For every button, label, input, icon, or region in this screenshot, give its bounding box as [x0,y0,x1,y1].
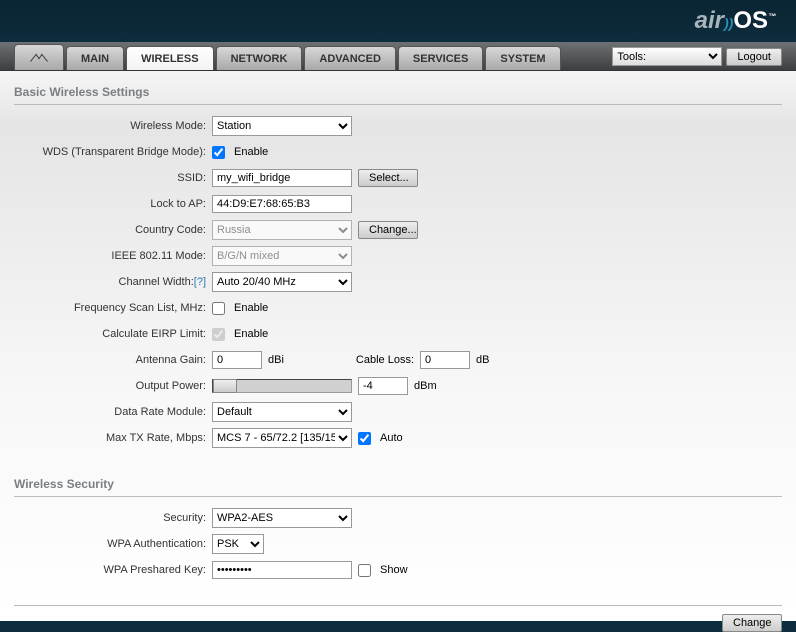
data-rate-label: Data Rate Module: [14,406,212,418]
brand-os: OS [733,7,768,34]
wpa-auth-label: WPA Authentication: [14,538,212,550]
ssid-select-button[interactable]: Select... [358,169,418,187]
show-key-checkbox[interactable] [358,564,371,577]
page-content: Basic Wireless Settings Wireless Mode: S… [0,70,796,621]
wpa-auth-select[interactable]: PSK [212,534,264,554]
tab-network[interactable]: NETWORK [216,46,303,70]
calc-eirp-label: Calculate EIRP Limit: [14,328,212,340]
app-header: air))OS™ [0,0,796,42]
slider-thumb[interactable] [213,379,237,393]
output-power-slider[interactable] [212,379,352,393]
tools-select[interactable]: Tools: [612,47,722,66]
tab-main[interactable]: MAIN [66,46,124,70]
wds-label: WDS (Transparent Bridge Mode): [14,146,212,158]
freq-scan-enable-text: Enable [234,302,268,314]
brand-logo: air))OS™ [695,7,776,35]
basic-form: Wireless Mode: Station WDS (Transparent … [14,115,782,453]
brand-tm: ™ [768,12,776,21]
cable-loss-label: Cable Loss: [356,354,414,366]
show-text: Show [380,564,408,576]
country-change-button[interactable]: Change... [358,221,418,239]
wireless-mode-select[interactable]: Station [212,116,352,136]
freq-scan-label: Frequency Scan List, MHz: [14,302,212,314]
wireless-mode-label: Wireless Mode: [14,120,212,132]
tab-wireless[interactable]: WIRELESS [126,46,213,70]
wpa-key-input[interactable] [212,561,352,579]
page-change-button[interactable]: Change [722,614,782,632]
logout-button[interactable]: Logout [726,48,782,66]
section-basic-title: Basic Wireless Settings [14,81,782,105]
channel-width-help[interactable]: [?] [194,276,206,288]
security-select[interactable]: WPA2-AES [212,508,352,528]
auto-text: Auto [380,432,403,444]
max-tx-label: Max TX Rate, Mbps: [14,432,212,444]
section-security-title: Wireless Security [14,473,782,497]
tab-row: MAIN WIRELESS NETWORK ADVANCED SERVICES … [0,42,796,70]
wpa-key-label: WPA Preshared Key: [14,564,212,576]
wds-enable-text: Enable [234,146,268,158]
calc-eirp-enable-text: Enable [234,328,268,340]
ssid-label: SSID: [14,172,212,184]
db-text: dB [476,354,489,366]
data-rate-select[interactable]: Default [212,402,352,422]
page-footer: Change [14,605,782,632]
lock-ap-label: Lock to AP: [14,198,212,210]
ieee-label: IEEE 802.11 Mode: [14,250,212,262]
wds-enable-checkbox[interactable] [212,146,225,159]
calc-eirp-checkbox [212,328,225,341]
antenna-gain-label: Antenna Gain: [14,354,212,366]
tab-services[interactable]: SERVICES [398,46,483,70]
ieee-select: B/G/N mixed [212,246,352,266]
cable-loss-input[interactable] [420,351,470,369]
channel-width-label: Channel Width:[?] [14,276,212,288]
wifi-icon: )) [724,15,733,31]
country-select: Russia [212,220,352,240]
brand-air: air [695,7,724,34]
antenna-icon [29,51,49,65]
security-form: Security: WPA2-AES WPA Authentication: P… [14,507,782,585]
security-label: Security: [14,512,212,524]
lock-ap-input[interactable] [212,195,352,213]
tab-advanced[interactable]: ADVANCED [304,46,396,70]
max-tx-auto-checkbox[interactable] [358,432,371,445]
dbi-text: dBi [268,354,284,366]
country-label: Country Code: [14,224,212,236]
freq-scan-checkbox[interactable] [212,302,225,315]
output-power-label: Output Power: [14,380,212,392]
max-tx-select[interactable]: MCS 7 - 65/72.2 [135/150] [212,428,352,448]
dbm-text: dBm [414,380,437,392]
ssid-input[interactable] [212,169,352,187]
tab-logo[interactable] [14,44,64,70]
tab-system[interactable]: SYSTEM [485,46,560,70]
antenna-gain-input[interactable] [212,351,262,369]
output-power-input[interactable] [358,377,408,395]
channel-width-select[interactable]: Auto 20/40 MHz [212,272,352,292]
